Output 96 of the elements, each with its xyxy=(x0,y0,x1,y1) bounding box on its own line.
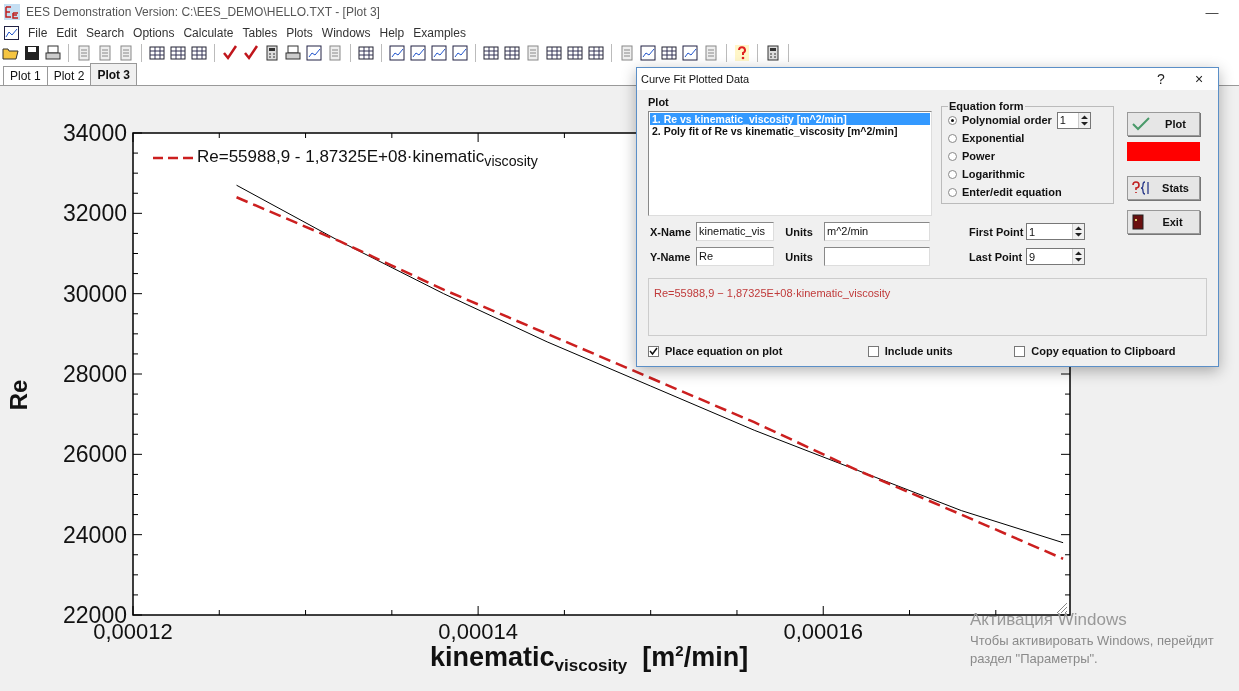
radio-label: Polynomial order xyxy=(962,114,1052,126)
close-button[interactable]: × xyxy=(1180,71,1218,87)
radio-button[interactable] xyxy=(948,169,957,179)
plot-list-label: Plot xyxy=(648,96,670,108)
activation-title: Активация Windows xyxy=(970,610,1128,630)
field-label: Last Point xyxy=(968,250,1024,263)
printer-icon[interactable] xyxy=(44,44,62,62)
menu-item[interactable]: Options xyxy=(133,26,175,40)
menu-item[interactable]: Tables xyxy=(242,26,278,40)
radio-button[interactable] xyxy=(948,115,957,125)
group-label: Equation form xyxy=(948,100,1025,112)
grid-icon[interactable] xyxy=(169,44,187,62)
activation-text: раздел "Параметры". xyxy=(970,651,1099,666)
checkbox-label: Place equation on plot xyxy=(665,345,783,357)
legend-line-sample xyxy=(153,156,195,160)
radio-button[interactable] xyxy=(948,187,957,197)
exit-button[interactable]: Exit xyxy=(1127,210,1200,234)
plot-list-item[interactable]: 2. Poly fit of Re vs kinematic_viscosity [m^2/min] xyxy=(650,125,930,137)
first-point-spinner[interactable]: 1 xyxy=(1026,223,1085,240)
chart-icon[interactable] xyxy=(4,26,19,40)
plot-tab[interactable]: Plot 3 xyxy=(90,63,138,85)
y-tick-label: 34000 xyxy=(63,120,127,146)
radio-label: Enter/edit equation xyxy=(962,186,1062,198)
radio-label: Logarithmic xyxy=(962,168,1025,180)
grid-icon[interactable] xyxy=(587,44,605,62)
y-tick-label: 30000 xyxy=(63,280,127,307)
spin-arrows-icon[interactable] xyxy=(1072,224,1084,239)
checkbox[interactable] xyxy=(648,345,659,357)
grid-icon[interactable] xyxy=(566,44,584,62)
printer-icon[interactable] xyxy=(284,44,302,62)
save-icon[interactable] xyxy=(23,44,41,62)
y-axis-label: Re xyxy=(5,379,34,411)
menu-item[interactable]: Windows xyxy=(321,26,371,40)
check-icon xyxy=(1132,117,1150,131)
spin-arrows-icon[interactable] xyxy=(1077,112,1090,128)
line-color-swatch[interactable] xyxy=(1127,142,1200,161)
app-icon xyxy=(4,4,20,20)
y-units-field[interactable] xyxy=(824,247,930,266)
radio-label: Exponential xyxy=(962,132,1025,144)
grid-icon[interactable] xyxy=(357,44,375,62)
stats-button[interactable]: Stats xyxy=(1127,176,1200,200)
check-icon[interactable] xyxy=(242,44,260,62)
y-tick-label: 26000 xyxy=(63,441,127,468)
radio-button[interactable] xyxy=(948,133,957,143)
x-name-field[interactable]: kinematic_vis xyxy=(696,222,774,241)
grid-icon[interactable] xyxy=(148,44,166,62)
menu-item[interactable]: Examples xyxy=(413,26,466,40)
minimize-button[interactable]: — xyxy=(1189,4,1235,20)
grid-icon[interactable] xyxy=(545,44,563,62)
plot-button[interactable]: Plot xyxy=(1127,112,1200,136)
plot-tab[interactable]: Plot 1 xyxy=(3,66,48,85)
x-tick-label: 0,00016 xyxy=(783,619,863,644)
spin-arrows-icon[interactable] xyxy=(1072,249,1084,264)
calculator-icon[interactable] xyxy=(764,44,782,62)
order-spinner[interactable]: 1 xyxy=(1056,111,1091,129)
x-axis-label: kinematic$_{viscosity}$ [m$^{2}$/min] xyxy=(430,642,749,672)
grid-icon[interactable] xyxy=(190,44,208,62)
menu-item[interactable]: Help xyxy=(379,26,405,40)
radio-button[interactable] xyxy=(948,151,957,161)
door-icon xyxy=(1132,214,1144,230)
checkbox-label: Include units xyxy=(884,345,953,357)
resize-grip-icon xyxy=(1056,602,1068,614)
checkbox[interactable] xyxy=(867,345,879,357)
y-tick-label: 32000 xyxy=(63,200,127,227)
grid-icon[interactable] xyxy=(503,44,521,62)
menu-item[interactable]: File xyxy=(28,26,48,40)
checkbox-label: Copy equation to Clipboard xyxy=(1031,345,1176,357)
equation-text: Re=55988,9 − 1,87325E+08·kinematic_viscosity xyxy=(648,278,1207,336)
activation-text: Чтобы активировать Windows, перейдит xyxy=(970,633,1214,648)
x-tick-label: 0,00014 xyxy=(438,619,518,644)
help-button[interactable]: ? xyxy=(1142,71,1180,87)
check-icon[interactable] xyxy=(221,44,239,62)
last-point-spinner[interactable]: 9 xyxy=(1026,248,1085,265)
checkbox[interactable] xyxy=(1014,345,1026,357)
field-label: Y-Name xyxy=(649,250,692,263)
menu-item[interactable]: Plots xyxy=(286,26,313,40)
menu-item[interactable]: Edit xyxy=(56,26,78,40)
y-name-field[interactable]: Re xyxy=(696,247,774,266)
menu-item[interactable]: Search xyxy=(86,26,125,40)
grid-icon[interactable] xyxy=(482,44,500,62)
y-tick-label: 28000 xyxy=(63,361,127,387)
question-brace-icon xyxy=(1132,181,1150,195)
radio-label: Power xyxy=(962,150,995,162)
field-label: First Point xyxy=(968,225,1025,238)
help-icon[interactable] xyxy=(733,44,751,62)
legend-label: Re=55988,9 - 1,87325E+08·kinematic$_{viscosity}$ xyxy=(197,147,538,170)
y-tick-label: 24000 xyxy=(63,521,127,548)
grid-icon[interactable] xyxy=(660,44,678,62)
menu-item[interactable]: Calculate xyxy=(183,26,234,40)
dialog-title: Curve Fit Plotted Data xyxy=(641,73,750,85)
x-units-field[interactable]: m^2/min xyxy=(824,222,930,241)
field-label: X-Name xyxy=(649,225,692,238)
field-label: Units xyxy=(784,250,814,263)
field-label: Units xyxy=(784,225,814,238)
calculator-icon[interactable] xyxy=(263,44,281,62)
window-title: EES Demonstration Version: C:\EES_DEMO\HELLO.TXT - [Plot 3] xyxy=(26,5,380,19)
